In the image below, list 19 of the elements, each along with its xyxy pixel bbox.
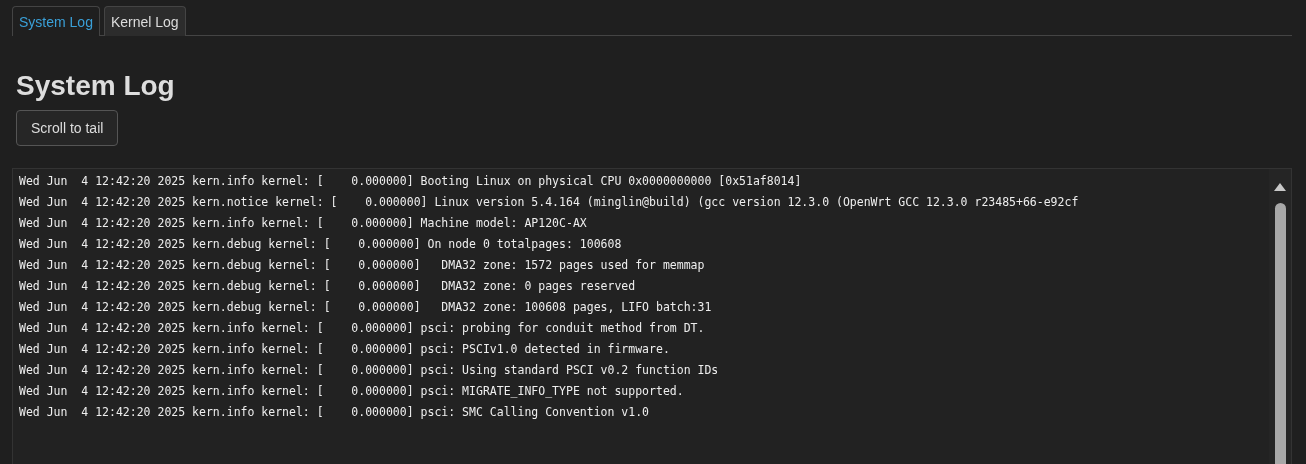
log-line: Wed Jun 4 12:42:20 2025 kern.info kernel: [ 0.000000] Machine model: AP120C-AX [19,215,588,232]
log-line: Wed Jun 4 12:42:20 2025 kern.info kernel: [ 0.000000] Booting Linux on physical CPU 0x0000000000 [0x51af8014] [19,173,803,190]
log-line: Wed Jun 4 12:42:20 2025 kern.debug kernel: [ 0.000000] DMA32 zone: 1572 pages used for memmap [19,257,706,274]
log-line: Wed Jun 4 12:42:20 2025 kern.debug kernel: [ 0.000000] DMA32 zone: 100608 pages, LIFO batch:31 [19,299,713,316]
log-line: Wed Jun 4 12:42:20 2025 kern.info kernel: [ 0.000000] psci: Using standard PSCI v0.2 function IDs [19,362,720,379]
scroll-to-tail-button[interactable]: Scroll to tail [16,110,119,146]
log-line: Wed Jun 4 12:42:20 2025 kern.info kernel: [ 0.000000] psci: PSCIv1.0 detected in firmware. [19,341,671,358]
log-textarea[interactable] [12,168,1292,464]
page-heading: System Log [16,70,176,102]
log-line: Wed Jun 4 12:42:20 2025 kern.notice kernel: [ 0.000000] Linux version 5.4.164 (minglin@build) (gcc version 12.3.0 (OpenWrt GCC 12.3.0 r23485+66-e92cf [19,194,1080,211]
log-line: Wed Jun 4 12:42:20 2025 kern.debug kernel: [ 0.000000] On node 0 totalpages: 100608 [19,236,623,253]
tab[interactable]: Kernel Log [103,6,186,36]
tab[interactable]: System Log [12,6,100,36]
log-line: Wed Jun 4 12:42:20 2025 kern.info kernel: [ 0.000000] psci: probing for conduit method from DT. [19,320,706,337]
scrollbar-thumb[interactable] [1274,203,1286,464]
log-line: Wed Jun 4 12:42:20 2025 kern.info kernel: [ 0.000000] psci: MIGRATE_INFO_TYPE not supported. [19,383,685,400]
log-line: Wed Jun 4 12:42:20 2025 kern.debug kernel: [ 0.000000] DMA32 zone: 0 pages reserved [19,278,637,295]
log-line: Wed Jun 4 12:42:20 2025 kern.info kernel: [ 0.000000] psci: SMC Calling Convention v1.0 [19,404,651,421]
scroll-up-icon[interactable] [1274,183,1286,191]
